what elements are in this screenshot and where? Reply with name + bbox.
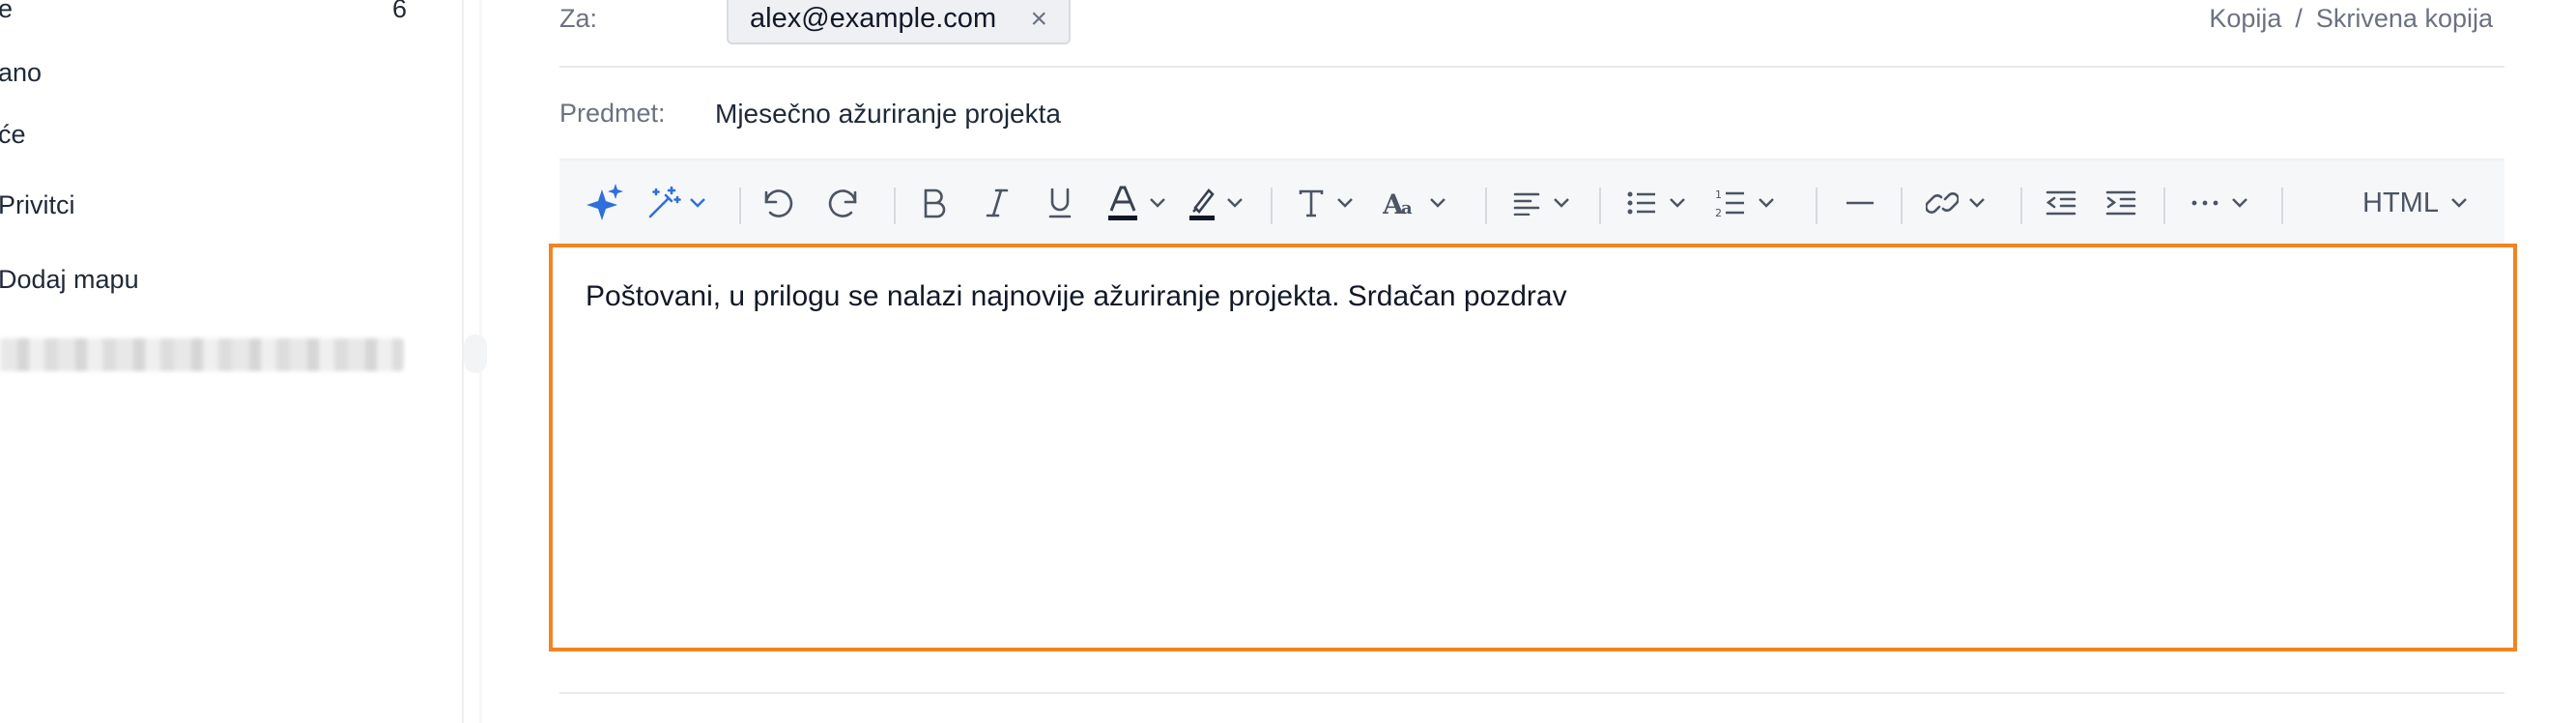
sidebar-item-attachments[interactable]: Privitci [0, 190, 75, 220]
editor-mode-label: HTML [2362, 187, 2439, 218]
toolbar-separator [1599, 188, 1601, 224]
chevron-down-icon [1969, 198, 1985, 208]
numbered-list-dropdown[interactable]: 12 [1715, 160, 1775, 246]
underline-icon [1048, 188, 1072, 218]
link-icon [1926, 192, 1959, 214]
chevron-down-icon [1227, 198, 1243, 208]
chevron-down-icon [2451, 198, 2467, 208]
chevron-down-icon [1430, 198, 1445, 208]
more-icon [2191, 200, 2218, 206]
numbered-list-icon: 12 [1715, 188, 1744, 218]
align-dropdown[interactable] [1512, 160, 1570, 246]
text-style-icon [1299, 189, 1324, 217]
remove-recipient-icon[interactable]: × [1030, 3, 1047, 36]
horizontal-rule-button[interactable] [1845, 160, 1875, 246]
toolbar-separator [1485, 188, 1487, 224]
sidebar-item-label: Privitci [0, 190, 75, 219]
cc-link[interactable]: Kopija [2209, 4, 2281, 33]
chevron-down-icon [1150, 198, 1165, 208]
outdent-button[interactable] [2046, 160, 2076, 246]
magic-wand-dropdown[interactable] [646, 160, 706, 246]
chevron-down-icon [1759, 198, 1774, 208]
bullet-list-dropdown[interactable] [1626, 160, 1686, 246]
font-size-icon: Aa [1383, 188, 1413, 217]
sidebar-item-label: ano [0, 58, 43, 87]
horizontal-rule-icon [1846, 201, 1874, 205]
outdent-icon [2046, 190, 2076, 216]
indent-button[interactable] [2105, 160, 2136, 246]
ai-sparkle-button[interactable] [587, 160, 623, 246]
chevron-down-icon [1670, 198, 1685, 208]
to-label: Za: [559, 4, 598, 33]
align-icon [1513, 192, 1540, 216]
bold-button[interactable] [921, 160, 948, 246]
font-size-dropdown[interactable]: Aa [1383, 160, 1446, 246]
unread-count: 6 [392, 0, 408, 23]
chevron-down-icon [1554, 198, 1569, 208]
sidebar-item-label: će [0, 120, 26, 149]
toolbar-separator [1901, 188, 1903, 224]
link-dropdown[interactable] [1926, 160, 1986, 246]
sidebar-item-folder[interactable]: e [0, 0, 13, 24]
toolbar-separator [2020, 188, 2022, 224]
bullet-list-icon [1627, 191, 1655, 215]
account-email-redacted [0, 338, 404, 371]
underline-button[interactable] [1046, 160, 1073, 246]
magic-wand-icon [648, 186, 681, 218]
font-color-dropdown[interactable] [1106, 160, 1166, 246]
sidebar: e 6 ano će Privitci Dodaj mapu [0, 0, 462, 723]
italic-icon [986, 188, 1009, 217]
divider [559, 66, 2504, 68]
highlight-icon [1189, 188, 1215, 220]
cc-separator: / [2295, 4, 2303, 33]
message-body-editor[interactable]: Poštovani, u prilogu se nalazi najnovije… [549, 244, 2517, 651]
undo-icon [764, 189, 793, 217]
editor-toolbar: Aa 12 HTML [559, 159, 2504, 246]
redo-button[interactable] [826, 160, 861, 246]
chevron-down-icon [1337, 198, 1353, 208]
text-style-dropdown[interactable] [1298, 160, 1354, 246]
subject-label: Predmet: [559, 99, 666, 128]
svg-text:1: 1 [1715, 188, 1722, 201]
add-folder-button[interactable]: Dodaj mapu [0, 265, 139, 295]
sidebar-item-label: Dodaj mapu [0, 265, 139, 294]
recipient-chip[interactable]: alex@example.com × [727, 0, 1071, 44]
toolbar-separator [1816, 188, 1818, 224]
toolbar-separator [739, 188, 741, 224]
svg-text:a: a [1401, 198, 1413, 217]
bold-icon [924, 188, 946, 218]
toolbar-separator [1271, 188, 1273, 224]
undo-button[interactable] [760, 160, 795, 246]
chevron-down-icon [2232, 198, 2247, 208]
sidebar-item-folder[interactable]: ano [0, 58, 42, 88]
more-dropdown[interactable] [2190, 160, 2248, 246]
toolbar-separator [2281, 188, 2283, 224]
recipient-email: alex@example.com [750, 2, 997, 34]
subject-input[interactable]: Mjesečno ažuriranje projekta [715, 99, 1061, 130]
editor-mode-dropdown[interactable]: HTML [2362, 160, 2468, 246]
message-body-text[interactable]: Poštovani, u prilogu se nalazi najnovije… [586, 280, 1567, 313]
sidebar-item-label: e [0, 0, 14, 23]
italic-button[interactable] [985, 160, 1010, 246]
divider [559, 692, 2504, 694]
toolbar-separator [894, 188, 896, 224]
indent-icon [2105, 190, 2136, 216]
toolbar-separator [2163, 188, 2165, 224]
highlight-dropdown[interactable] [1188, 160, 1244, 246]
font-color-icon [1108, 186, 1137, 220]
cc-bcc-links: Kopija / Skrivena kopija [2209, 4, 2493, 34]
bcc-link[interactable]: Skrivena kopija [2316, 4, 2493, 33]
redo-icon [828, 189, 857, 217]
chevron-down-icon [690, 198, 705, 208]
scroll-handle[interactable] [464, 334, 487, 373]
ai-sparkle-icon [587, 184, 623, 220]
sidebar-item-folder[interactable]: će [0, 120, 26, 150]
svg-text:2: 2 [1715, 207, 1722, 218]
